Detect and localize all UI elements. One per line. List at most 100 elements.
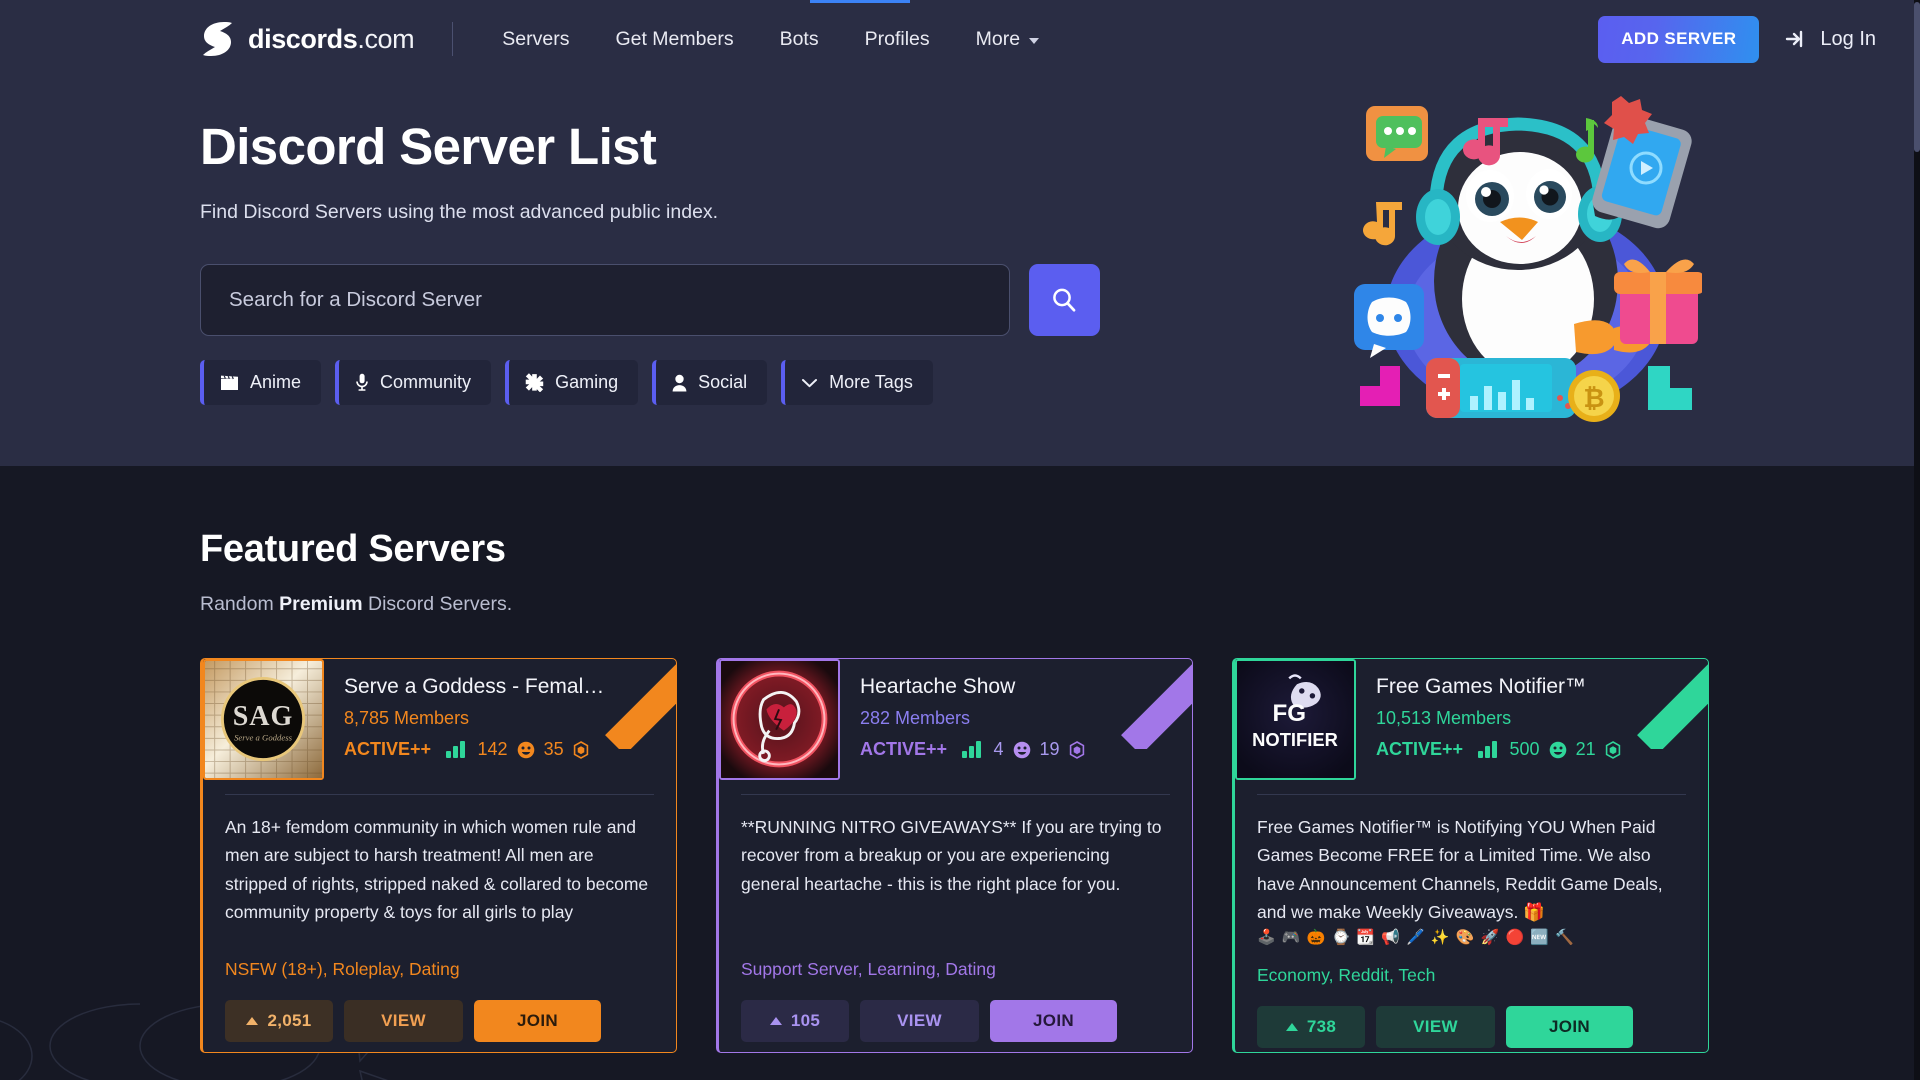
- search-row: [200, 264, 1100, 336]
- nav-bots-label: Bots: [780, 28, 819, 51]
- card-header-text: Heartache Show 282 Members ACTIVE++ 4 19: [840, 659, 1192, 780]
- tag-chip-community[interactable]: Community: [335, 360, 491, 405]
- view-button[interactable]: VIEW: [860, 1000, 979, 1042]
- server-status-badge: ACTIVE++: [1376, 739, 1463, 760]
- join-button[interactable]: JOIN: [990, 1000, 1117, 1042]
- gem-icon: [1605, 741, 1621, 759]
- tag-chip-gaming-label: Gaming: [555, 372, 618, 393]
- microphone-icon: [355, 373, 369, 392]
- server-tags[interactable]: NSFW (18+), Roleplay, Dating: [203, 945, 676, 980]
- page-subtitle: Find Discord Servers using the most adva…: [200, 201, 1100, 224]
- chevron-down-icon: [1029, 38, 1039, 44]
- server-card[interactable]: Heartache Show 282 Members ACTIVE++ 4 19: [716, 658, 1193, 1053]
- tag-chip-gaming[interactable]: Gaming: [505, 360, 638, 405]
- featured-subtitle-post: Discord Servers.: [363, 593, 513, 615]
- tag-chip-social-label: Social: [698, 372, 747, 393]
- navbar-right: ADD SERVER Log In: [1598, 16, 1918, 63]
- hero-section: discords.com Servers Get Members Bots Pr…: [0, 0, 1920, 466]
- page-loading-bar: [810, 0, 910, 3]
- server-description: **RUNNING NITRO GIVEAWAYS** If you are t…: [719, 795, 1192, 945]
- server-status-badge: ACTIVE++: [344, 739, 431, 760]
- featured-subtitle-pre: Random: [200, 593, 279, 615]
- nav-profiles[interactable]: Profiles: [842, 18, 953, 61]
- server-icon-heartache-show: [719, 659, 840, 780]
- nav-links: Servers Get Members Bots Profiles More: [479, 18, 1062, 61]
- server-tags[interactable]: Support Server, Learning, Dating: [719, 945, 1192, 980]
- tag-chip-anime-label: Anime: [250, 372, 301, 393]
- emoji-count: 21: [1576, 739, 1596, 760]
- join-button[interactable]: JOIN: [1506, 1006, 1633, 1048]
- tag-chip-more-tags[interactable]: More Tags: [781, 360, 933, 405]
- server-description-text: An 18+ femdom community in which women r…: [225, 817, 648, 922]
- server-member-count: 282 Members: [860, 708, 1182, 729]
- server-tags[interactable]: Economy, Reddit, Tech: [1235, 951, 1708, 986]
- upvote-button[interactable]: 105: [741, 1000, 849, 1042]
- card-actions: 738 VIEW JOIN: [1235, 986, 1708, 1048]
- add-server-button[interactable]: ADD SERVER: [1598, 16, 1759, 63]
- nav-get-members[interactable]: Get Members: [592, 18, 756, 61]
- nav-bots[interactable]: Bots: [757, 18, 842, 61]
- svg-text:NOTIFIER: NOTIFIER: [1252, 729, 1338, 750]
- server-name: Free Games Notifier™: [1376, 675, 1646, 699]
- svg-text:Serve a Goddess: Serve a Goddess: [234, 732, 293, 742]
- page-scrollbar[interactable]: [1914, 0, 1920, 1080]
- nav-profiles-label: Profiles: [865, 28, 930, 51]
- server-card[interactable]: FG NOTIFIER Free Games Notifier™ 10,513 …: [1232, 658, 1709, 1053]
- featured-title: Featured Servers: [200, 466, 1920, 571]
- login-link[interactable]: Log In: [1785, 28, 1876, 51]
- login-label: Log In: [1820, 28, 1876, 51]
- upvote-count: 2,051: [267, 1011, 311, 1031]
- tag-chip-social[interactable]: Social: [652, 360, 767, 405]
- hero-left-column: Discord Server List Find Discord Servers…: [200, 78, 1100, 405]
- upvote-count: 105: [791, 1011, 820, 1031]
- nav-more-label: More: [976, 28, 1020, 51]
- arrow-up-icon: [1286, 1023, 1298, 1031]
- activity-bars-icon: [446, 741, 465, 758]
- nav-more[interactable]: More: [953, 18, 1062, 61]
- view-button[interactable]: VIEW: [344, 1000, 463, 1042]
- server-name: Heartache Show: [860, 675, 1130, 699]
- tag-chip-more-tags-label: More Tags: [829, 372, 913, 393]
- brand-name: discords.com: [248, 24, 414, 55]
- featured-subtitle: Random Premium Discord Servers.: [200, 593, 1920, 616]
- smiley-icon: [517, 741, 535, 759]
- nav-divider: [452, 22, 453, 56]
- online-count: 4: [994, 739, 1004, 760]
- gem-icon: [573, 741, 589, 759]
- tag-chip-anime[interactable]: Anime: [200, 360, 321, 405]
- search-button[interactable]: [1029, 264, 1100, 336]
- nav-servers[interactable]: Servers: [479, 18, 592, 61]
- online-count: 500: [1510, 739, 1540, 760]
- card-header-text: Free Games Notifier™ 10,513 Members ACTI…: [1356, 659, 1708, 780]
- server-icon-serve-a-goddess: SAG Serve a Goddess: [203, 659, 324, 780]
- server-description-text: **RUNNING NITRO GIVEAWAYS** If you are t…: [741, 817, 1161, 894]
- upvote-count: 738: [1307, 1017, 1336, 1037]
- join-button[interactable]: JOIN: [474, 1000, 601, 1042]
- arrow-up-icon: [246, 1017, 258, 1025]
- card-actions: 2,051 VIEW JOIN: [203, 980, 676, 1042]
- server-description-text: Free Games Notifier™ is Notifying YOU Wh…: [1257, 817, 1663, 922]
- svg-text:SAG: SAG: [233, 701, 294, 732]
- discords-logo-icon: [200, 20, 234, 58]
- upvote-button[interactable]: 2,051: [225, 1000, 333, 1042]
- nav-servers-label: Servers: [502, 28, 569, 51]
- scrollbar-thumb[interactable]: [1914, 2, 1920, 152]
- search-input[interactable]: [200, 264, 1010, 336]
- activity-bars-icon: [1478, 741, 1497, 758]
- server-name: Serve a Goddess - Female ...: [344, 675, 614, 699]
- server-status-badge: ACTIVE++: [860, 739, 947, 760]
- server-description: Free Games Notifier™ is Notifying YOU Wh…: [1235, 795, 1708, 951]
- brand-logo-link[interactable]: discords.com: [200, 20, 414, 58]
- person-icon: [672, 374, 687, 392]
- gem-icon: [1069, 741, 1085, 759]
- smiley-icon: [1013, 741, 1031, 759]
- server-stats: ACTIVE++ 500 21: [1376, 739, 1698, 760]
- navbar: discords.com Servers Get Members Bots Pr…: [0, 0, 1920, 78]
- server-card[interactable]: SAG Serve a Goddess Serve a Goddess - Fe…: [200, 658, 677, 1053]
- arrow-up-icon: [770, 1017, 782, 1025]
- view-button[interactable]: VIEW: [1376, 1006, 1495, 1048]
- nav-get-members-label: Get Members: [615, 28, 733, 51]
- emoji-count: 19: [1040, 739, 1060, 760]
- upvote-button[interactable]: 738: [1257, 1006, 1365, 1048]
- page-title: Discord Server List: [200, 120, 1100, 174]
